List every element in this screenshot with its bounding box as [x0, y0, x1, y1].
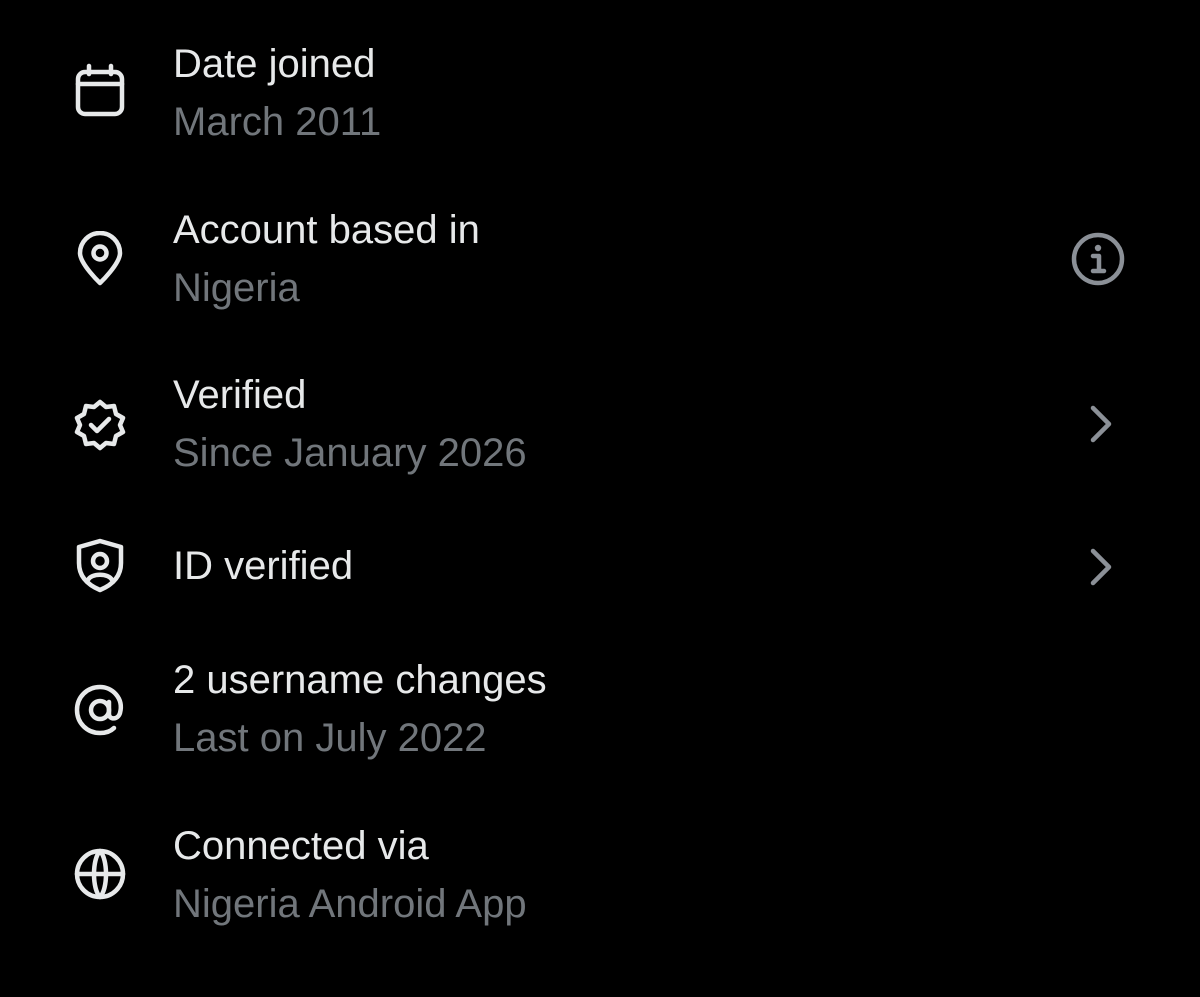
info-row-connected-via: Connected via Nigeria Android App [0, 806, 1200, 966]
location-pin-icon [72, 231, 128, 287]
info-icon[interactable] [1068, 229, 1128, 289]
chevron-right-icon[interactable] [1072, 394, 1132, 454]
row-title: Date joined [173, 42, 376, 86]
info-row-verified[interactable]: Verified Since January 2026 [0, 340, 1200, 500]
globe-icon [72, 846, 128, 902]
row-title: Connected via [173, 824, 429, 868]
chevron-right-icon[interactable] [1072, 537, 1132, 597]
row-title: 2 username changes [173, 658, 547, 702]
row-title: Account based in [173, 208, 480, 252]
info-row-username-changes: 2 username changes Last on July 2022 [0, 640, 1200, 800]
at-sign-icon [72, 682, 128, 738]
row-subtitle: Since January 2026 [173, 431, 527, 475]
info-row-account-based-in: Account based in Nigeria [0, 175, 1200, 335]
row-subtitle: March 2011 [173, 100, 382, 144]
row-subtitle: Last on July 2022 [173, 716, 487, 760]
id-shield-icon [72, 537, 128, 593]
row-title: ID verified [173, 544, 354, 588]
row-title: Verified [173, 373, 307, 417]
info-row-date-joined: Date joined March 2011 [0, 0, 1200, 160]
verified-badge-icon [72, 397, 128, 453]
info-row-id-verified[interactable]: ID verified [0, 520, 1200, 620]
row-subtitle: Nigeria [173, 266, 300, 310]
calendar-icon [72, 62, 128, 118]
row-subtitle: Nigeria Android App [173, 882, 527, 926]
